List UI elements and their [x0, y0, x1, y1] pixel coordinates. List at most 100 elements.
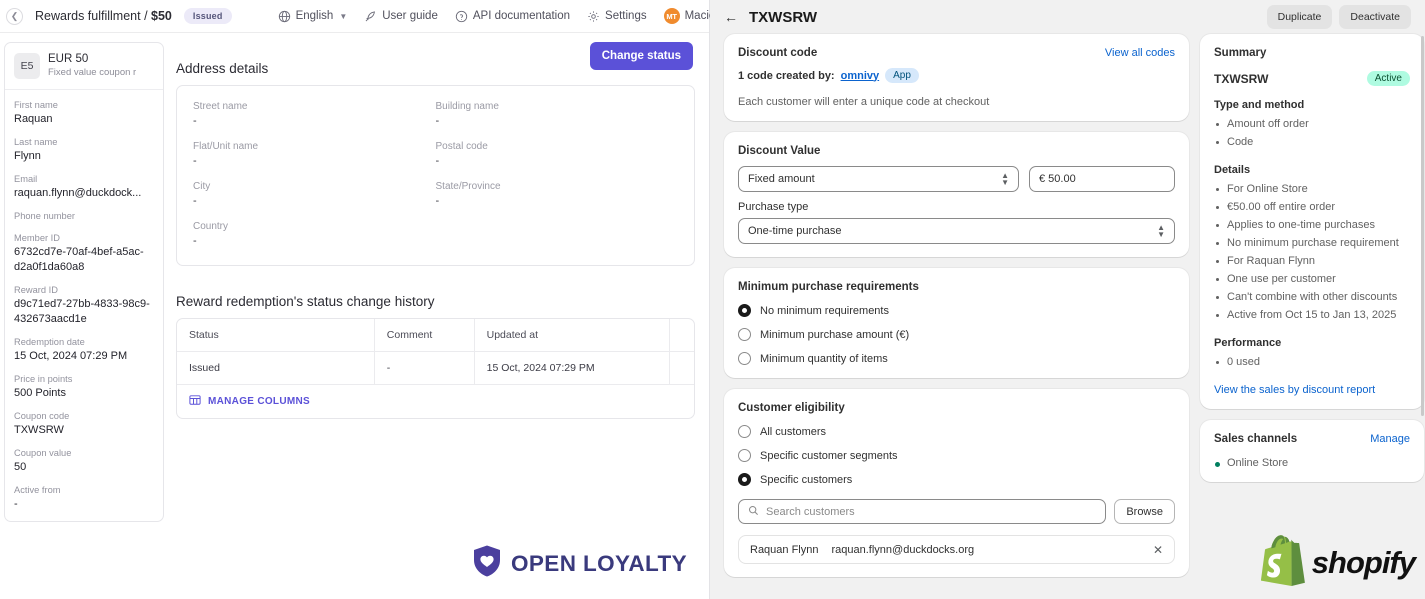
radio-label: No minimum requirements: [760, 305, 889, 317]
browse-button[interactable]: Browse: [1114, 499, 1175, 524]
info-field-label: Coupon code: [14, 410, 154, 423]
radio-minimum-amount[interactable]: Minimum purchase amount (€): [738, 328, 1175, 341]
nav-item-user-guide[interactable]: User guide: [364, 10, 438, 23]
address-field-value: -: [436, 154, 679, 169]
column-header-comment[interactable]: Comment: [374, 319, 474, 352]
breadcrumb-text: Rewards fulfillment /: [35, 9, 151, 23]
info-field-value: d9c71ed7-27bb-4833-98c9-432673aacd1e: [14, 297, 154, 327]
summary-card: Summary TXWSRW Active Type and method Am…: [1200, 34, 1424, 409]
radio-icon-selected: [738, 304, 751, 317]
info-field: Coupon value50: [5, 438, 163, 475]
reward-subtitle: Fixed value coupon r: [48, 66, 136, 79]
search-icon: [748, 505, 759, 519]
sales-channels-card: Sales channels Manage Online Store: [1200, 420, 1424, 482]
app-pill: App: [885, 68, 919, 83]
radio-label: Minimum quantity of items: [760, 353, 888, 365]
discount-code-title: Discount code: [738, 47, 817, 59]
manage-channels-link[interactable]: Manage: [1370, 433, 1410, 445]
reward-info-header: E5 EUR 50 Fixed value coupon r: [5, 43, 163, 90]
nav-item-label: Settings: [605, 10, 647, 22]
column-header-updated-at[interactable]: Updated at: [474, 319, 669, 352]
sales-report-link[interactable]: View the sales by discount report: [1214, 384, 1410, 396]
info-field-label: Phone number: [14, 210, 154, 223]
open-loyalty-panel: ❮ Rewards fulfillment / $50 Issued Engli…: [0, 0, 710, 599]
nav-item-label: English: [296, 10, 334, 22]
purchase-type-value: One-time purchase: [748, 225, 842, 237]
scrollbar[interactable]: [1421, 36, 1424, 416]
topbar-nav: English ▼ User guide API documentation: [278, 8, 771, 24]
discount-type-select[interactable]: Fixed amount ▲▼: [738, 166, 1019, 192]
close-icon[interactable]: ✕: [1153, 543, 1163, 557]
duplicate-button[interactable]: Duplicate: [1267, 5, 1333, 29]
sales-channel-item: Online Store: [1214, 457, 1410, 469]
selected-customer-email: raquan.flynn@duckdocks.org: [832, 544, 975, 556]
info-field: Active from-: [5, 475, 163, 521]
address-field-value: -: [193, 154, 436, 169]
deactivate-button[interactable]: Deactivate: [1339, 5, 1411, 29]
reward-main-column: Change status Address details Street nam…: [166, 33, 709, 599]
history-table: Status Comment Updated at Issued - 15 Oc…: [177, 319, 694, 385]
list-item: €50.00 off entire order: [1214, 198, 1410, 216]
history-title: Reward redemption's status change histor…: [176, 294, 695, 309]
history-panel: Status Comment Updated at Issued - 15 Oc…: [176, 318, 695, 419]
performance-title: Performance: [1214, 337, 1410, 349]
app-link[interactable]: omnivy: [841, 70, 880, 82]
change-status-button[interactable]: Change status: [590, 42, 693, 70]
avatar: MT: [664, 8, 680, 24]
info-field-label: Reward ID: [14, 284, 154, 297]
radio-all-customers[interactable]: All customers: [738, 425, 1175, 438]
details-title: Details: [1214, 164, 1410, 176]
manage-columns-label: MANAGE COLUMNS: [208, 396, 310, 407]
breadcrumb-amount: $50: [151, 9, 172, 23]
chevron-down-icon: ▼: [339, 12, 347, 21]
radio-specific-segments[interactable]: Specific customer segments: [738, 449, 1175, 462]
cell-updated-at: 15 Oct, 2024 07:29 PM: [474, 352, 669, 385]
info-field-label: First name: [14, 99, 154, 112]
discount-amount-input[interactable]: € 50.00: [1029, 166, 1175, 192]
radio-label: All customers: [760, 426, 826, 438]
info-field: Reward IDd9c71ed7-27bb-4833-98c9-432673a…: [5, 275, 163, 327]
list-item: For Raquan Flynn: [1214, 252, 1410, 270]
info-field-label: Last name: [14, 136, 154, 149]
address-field-label: Building name: [436, 99, 679, 114]
arrow-left-icon[interactable]: ←: [724, 9, 738, 25]
shopify-logo: shopify: [1261, 534, 1415, 591]
nav-item-language[interactable]: English ▼: [278, 10, 348, 23]
address-field-value: -: [193, 194, 436, 209]
details-list: For Online Store €50.00 off entire order…: [1214, 180, 1410, 324]
shopify-main-column: Discount code View all codes 1 code crea…: [724, 34, 1189, 588]
list-item: One use per customer: [1214, 270, 1410, 288]
info-field-label: Coupon value: [14, 447, 154, 460]
sales-channels-title: Sales channels: [1214, 433, 1297, 445]
status-badge: Active: [1367, 71, 1410, 86]
search-customers-input[interactable]: Search customers: [738, 499, 1106, 524]
summary-code: TXWSRW: [1214, 72, 1268, 86]
radio-icon-selected: [738, 473, 751, 486]
chevron-left-icon[interactable]: ❮: [6, 8, 23, 25]
reward-info-card: E5 EUR 50 Fixed value coupon r First nam…: [4, 42, 164, 522]
shopify-summary-column: Summary TXWSRW Active Type and method Am…: [1200, 34, 1424, 588]
info-field: Phone number: [5, 201, 163, 223]
open-loyalty-topbar: ❮ Rewards fulfillment / $50 Issued Engli…: [0, 0, 709, 33]
cell-actions: [670, 352, 695, 385]
purchase-type-label: Purchase type: [738, 201, 1175, 213]
chevron-updown-icon: ▲▼: [1157, 224, 1165, 238]
view-all-codes-link[interactable]: View all codes: [1105, 47, 1175, 59]
address-field-label: City: [193, 179, 436, 194]
radio-no-minimum[interactable]: No minimum requirements: [738, 304, 1175, 317]
summary-title: Summary: [1214, 47, 1410, 59]
radio-minimum-quantity[interactable]: Minimum quantity of items: [738, 352, 1175, 365]
radio-label: Minimum purchase amount (€): [760, 329, 909, 341]
nav-item-api-documentation[interactable]: API documentation: [455, 10, 570, 23]
info-field-label: Redemption date: [14, 336, 154, 349]
nav-item-settings[interactable]: Settings: [587, 10, 647, 23]
column-header-status[interactable]: Status: [177, 319, 374, 352]
radio-icon: [738, 449, 751, 462]
address-field: Flat/Unit name-: [193, 139, 436, 169]
manage-columns-button[interactable]: MANAGE COLUMNS: [177, 385, 694, 418]
table-header-row: Status Comment Updated at: [177, 319, 694, 352]
purchase-type-select[interactable]: One-time purchase ▲▼: [738, 218, 1175, 244]
discount-amount-value: € 50.00: [1039, 173, 1076, 185]
address-field-value: -: [436, 194, 679, 209]
radio-specific-customers[interactable]: Specific customers: [738, 473, 1175, 486]
